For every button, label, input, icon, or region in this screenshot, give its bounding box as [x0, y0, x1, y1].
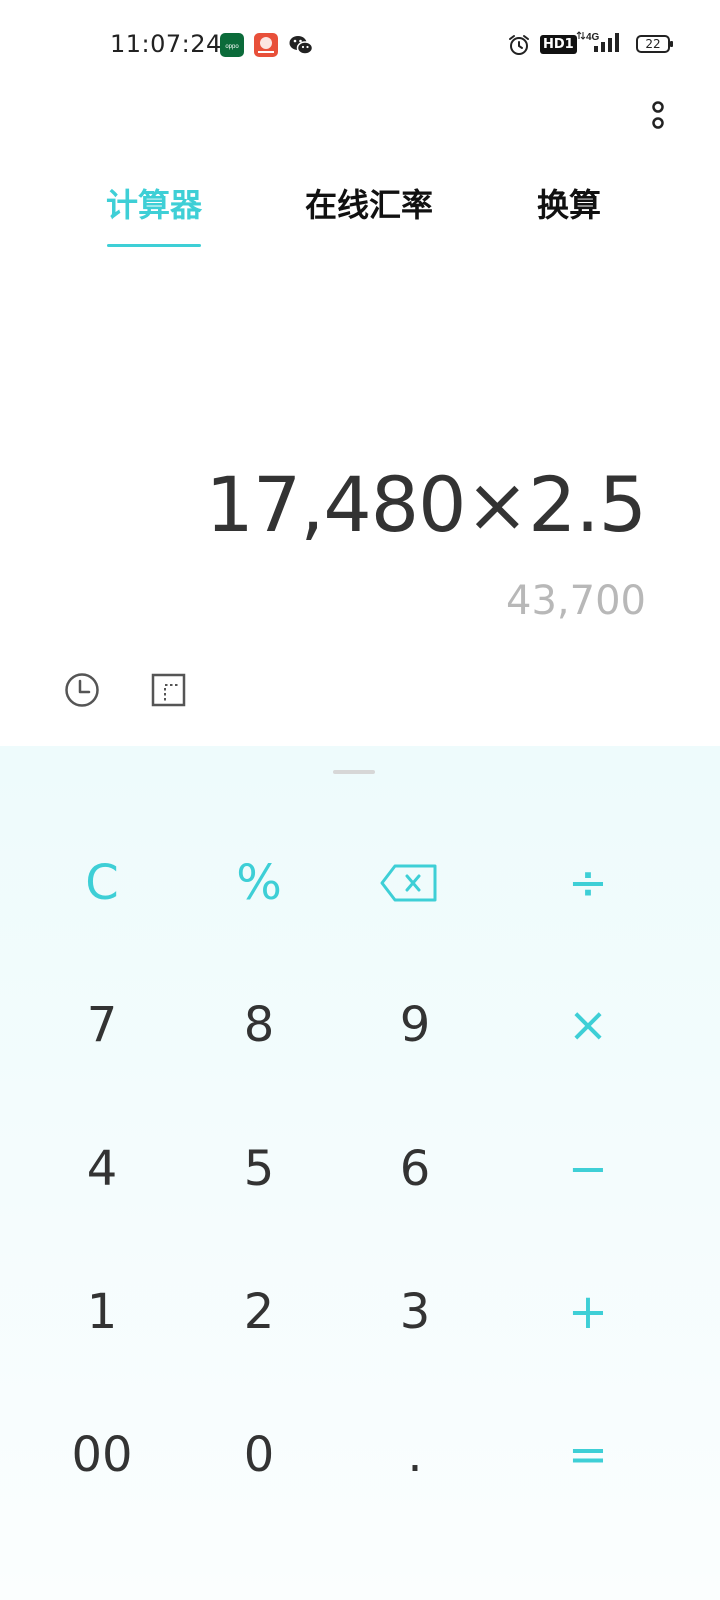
tab-exchange-rate[interactable]: 在线汇率: [305, 183, 433, 227]
digit-5-button[interactable]: 5: [181, 1104, 337, 1234]
tab-calculator[interactable]: 计算器: [106, 183, 202, 227]
equals-label: =: [567, 1427, 609, 1483]
active-tab-indicator: [107, 244, 201, 247]
more-options-icon[interactable]: [648, 100, 668, 134]
divide-label: ÷: [567, 855, 609, 911]
digit-9-button[interactable]: 9: [337, 960, 493, 1090]
oppo-app-icon: oppo: [220, 33, 244, 57]
digit-1-button[interactable]: 1: [24, 1247, 180, 1377]
drag-handle[interactable]: [333, 770, 375, 774]
backspace-icon: [380, 863, 440, 903]
history-icon[interactable]: [64, 672, 100, 708]
subtract-button[interactable]: −: [510, 1104, 666, 1234]
multiply-button[interactable]: ×: [510, 960, 666, 1090]
result-display: 43,700: [506, 578, 646, 624]
digit-1-label: 1: [86, 1284, 118, 1340]
add-label: +: [567, 1284, 609, 1340]
digit-9-label: 9: [399, 997, 431, 1053]
equals-button[interactable]: =: [510, 1390, 666, 1520]
wechat-icon: [288, 33, 314, 57]
double-zero-label: 00: [71, 1427, 133, 1483]
expression-display[interactable]: 17,480×2.5: [206, 460, 647, 549]
red-app-icon: [254, 33, 278, 57]
status-time: 11:07:24: [110, 30, 222, 58]
digit-7-button[interactable]: 7: [24, 960, 180, 1090]
svg-text:4G: 4G: [586, 32, 600, 43]
digit-2-button[interactable]: 2: [181, 1247, 337, 1377]
digit-2-label: 2: [243, 1284, 275, 1340]
digit-6-label: 6: [399, 1141, 431, 1197]
signal-icon: 4G: [576, 30, 622, 60]
keypad: C % ÷ 7 8 9 × 4 5 6 − 1 2 3 + 00 0 . =: [0, 746, 720, 1600]
digit-3-label: 3: [399, 1284, 431, 1340]
digit-0-label: 0: [243, 1427, 275, 1483]
divide-button[interactable]: ÷: [510, 818, 666, 948]
subtract-label: −: [567, 1141, 609, 1197]
digit-4-label: 4: [86, 1141, 118, 1197]
clear-button[interactable]: C: [24, 818, 180, 948]
percent-label: %: [236, 855, 282, 911]
digit-8-label: 8: [243, 997, 275, 1053]
tab-conversion[interactable]: 换算: [537, 183, 601, 227]
scientific-mode-icon[interactable]: [151, 672, 187, 708]
decimal-point-label: .: [407, 1427, 423, 1483]
alarm-icon: [507, 33, 531, 61]
digit-3-button[interactable]: 3: [337, 1247, 493, 1377]
decimal-point-button[interactable]: .: [337, 1390, 493, 1520]
battery-icon: 22: [636, 35, 673, 53]
calculator-screen: 11:07:24 oppo HD1 4G 22 计算器 在线汇率 换算 17,4…: [0, 0, 720, 1600]
clear-label: C: [85, 855, 119, 911]
backspace-button[interactable]: [332, 818, 488, 948]
double-zero-button[interactable]: 00: [24, 1390, 180, 1520]
digit-5-label: 5: [243, 1141, 275, 1197]
multiply-label: ×: [567, 997, 609, 1053]
digit-7-label: 7: [86, 997, 118, 1053]
digit-4-button[interactable]: 4: [24, 1104, 180, 1234]
hd-icon: HD1: [540, 35, 577, 54]
add-button[interactable]: +: [510, 1247, 666, 1377]
digit-8-button[interactable]: 8: [181, 960, 337, 1090]
status-bar: 11:07:24 oppo HD1 4G 22: [0, 0, 720, 90]
digit-0-button[interactable]: 0: [181, 1390, 337, 1520]
svg-text:oppo: oppo: [225, 44, 239, 50]
digit-6-button[interactable]: 6: [337, 1104, 493, 1234]
percent-button[interactable]: %: [181, 818, 337, 948]
